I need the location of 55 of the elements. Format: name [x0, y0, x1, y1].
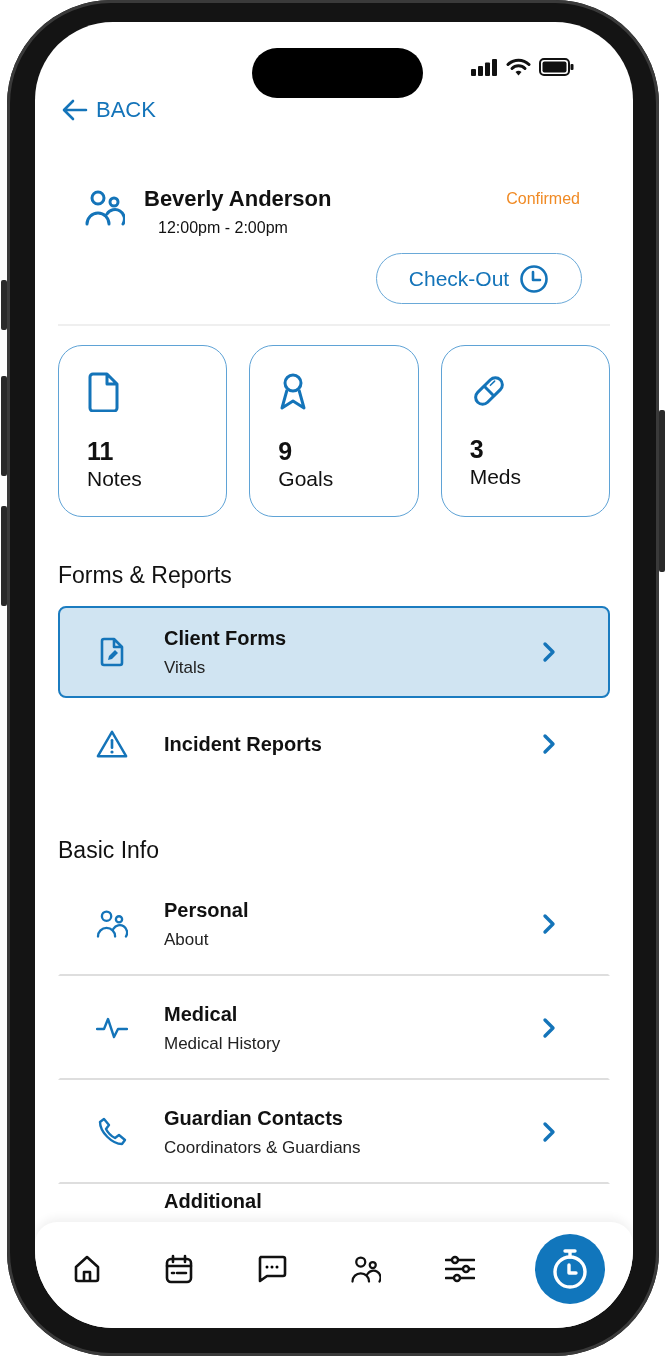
battery-icon	[539, 58, 574, 76]
home-icon	[73, 1255, 101, 1283]
stat-count: 9	[278, 436, 294, 466]
stat-card[interactable]: 11 Notes	[58, 345, 228, 517]
list-item[interactable]: Personal About	[58, 872, 610, 976]
chevron-right-icon	[542, 641, 556, 663]
back-link[interactable]: BACK	[62, 97, 156, 123]
signal-icon	[471, 59, 498, 76]
item-title: Medical	[164, 1002, 239, 1027]
item-subtitle: Coordinators & Guardians	[164, 1137, 362, 1159]
document-icon	[87, 372, 121, 412]
stat-card[interactable]: 3 Meds	[440, 345, 610, 517]
people-icon	[96, 910, 128, 938]
section-heading: Forms & Reports	[58, 561, 233, 589]
list-item[interactable]: Client Forms Vitals	[58, 606, 610, 698]
client-name: Beverly Anderson	[144, 185, 333, 213]
list-item[interactable]: Incident Reports	[58, 698, 610, 790]
item-title: Guardian Contacts	[164, 1106, 344, 1131]
stat-label: Meds	[469, 464, 522, 490]
chat-icon	[257, 1255, 287, 1283]
check-out-button[interactable]: Check-Out	[376, 253, 582, 304]
item-title: Incident Reports	[164, 732, 323, 757]
item-subtitle: About	[164, 929, 210, 951]
visit-status: Confirmed	[506, 189, 580, 209]
phone-icon	[97, 1117, 127, 1147]
pulse-icon	[96, 1016, 128, 1040]
warning-icon	[96, 729, 128, 759]
form-edit-icon	[100, 637, 124, 667]
clock-icon	[519, 263, 550, 294]
item-subtitle: Medical History	[164, 1033, 282, 1055]
chevron-right-icon	[542, 913, 556, 935]
stat-label: Notes	[87, 466, 143, 492]
list-item[interactable]: Additional	[58, 1184, 610, 1216]
calendar-icon	[165, 1254, 193, 1284]
chevron-right-icon	[542, 733, 556, 755]
list-item[interactable]: Medical Medical History	[58, 976, 610, 1080]
list-item[interactable]: Guardian Contacts Coordinators & Guardians	[58, 1080, 610, 1184]
visit-time: 12:00pm - 2:00pm	[157, 218, 289, 238]
sliders-icon	[445, 1255, 475, 1283]
stopwatch-icon	[551, 1248, 589, 1290]
wifi-icon	[506, 58, 531, 76]
stat-count: 11	[87, 436, 115, 466]
stat-label: Goals	[278, 466, 335, 492]
chevron-right-icon	[542, 1017, 556, 1039]
stat-card[interactable]: 9 Goals	[249, 345, 419, 517]
item-subtitle: Vitals	[164, 657, 207, 679]
item-title: Personal	[164, 898, 250, 923]
section-heading: Basic Info	[58, 836, 160, 864]
stat-count: 3	[469, 434, 485, 464]
item-title: Client Forms	[164, 626, 288, 651]
people-icon	[351, 1255, 381, 1283]
arrow-left-icon	[62, 99, 88, 121]
item-title: Additional	[164, 1189, 263, 1214]
chevron-right-icon	[542, 1121, 556, 1143]
people-icon	[85, 190, 125, 226]
